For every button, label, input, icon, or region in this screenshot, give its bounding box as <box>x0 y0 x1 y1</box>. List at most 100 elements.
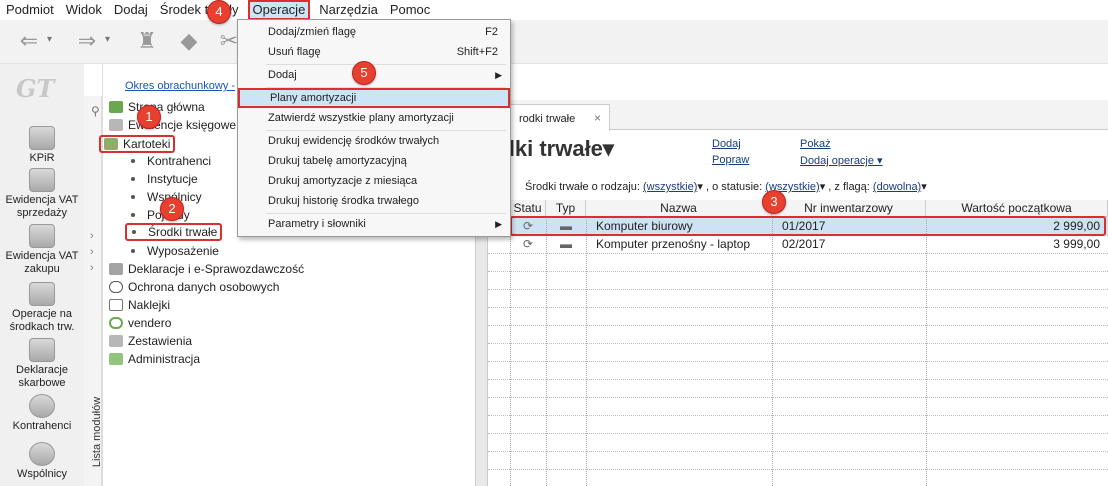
menu-label: Zatwierdź wszystkie plany amortyzacji <box>268 112 454 124</box>
submenu-arrow-icon: ▶ <box>495 219 502 229</box>
tree-label: vendero <box>128 316 172 330</box>
col-status[interactable]: Statu <box>510 200 546 217</box>
callout-badge-4: 4 <box>207 0 231 24</box>
menu-item-usun-flage[interactable]: Usuń flagę Shift+F2 <box>238 42 510 62</box>
tree-item-srodki-trwale[interactable]: Środki trwałe <box>125 223 223 241</box>
grid-line <box>488 361 1108 362</box>
menu-label: Dodaj/zmień flagę <box>268 26 357 38</box>
menu-widok[interactable]: Widok <box>60 0 108 20</box>
shortcut: Shift+F2 <box>456 46 498 58</box>
close-icon[interactable]: × <box>594 111 601 125</box>
grid-line <box>586 217 587 486</box>
module-operacje-srodki[interactable]: Operacje na środkach trw. <box>0 282 84 334</box>
bullet <box>131 195 135 199</box>
grid-line <box>488 325 1108 326</box>
module-label: Ewidencja VAT sprzedaży <box>5 194 79 219</box>
filter-flag[interactable]: (dowolna) <box>873 181 921 193</box>
filter-rodzaj[interactable]: (wszystkie) <box>643 181 697 193</box>
menu-item-drukuj-ewidencje[interactable]: Drukuj ewidencję środków trwałych <box>238 131 510 151</box>
back-icon[interactable]: ⇐ <box>14 26 44 56</box>
tab-srodki-trwale[interactable]: rodki trwałe × <box>498 104 610 131</box>
callout-badge-2: 2 <box>160 197 184 221</box>
menu-item-plany-amortyzacji[interactable]: Plany amortyzacji <box>238 88 510 108</box>
grid-line <box>488 289 1108 290</box>
col-nr-inwentarzowy[interactable]: Nr inwentarzowy <box>772 200 926 217</box>
tree-item-ochrona-danych[interactable]: Ochrona danych osobowych <box>109 280 279 294</box>
module-label: Deklaracje skarbowe <box>16 364 68 389</box>
dodaj-link[interactable]: Dodaj <box>712 138 741 150</box>
tree-item-instytucje[interactable]: Instytucje <box>129 172 198 186</box>
tree-item-naklejki[interactable]: Naklejki <box>109 298 170 312</box>
forward-icon[interactable]: ⇒ <box>72 26 102 56</box>
gt-logo: GT <box>16 74 55 103</box>
tree-item-wyposazenie[interactable]: Wyposażenie <box>129 244 219 258</box>
cell-wartosc[interactable]: 3 999,00 <box>926 235 1104 253</box>
report-icon <box>109 335 123 347</box>
module-wspolnicy[interactable]: Wspólnicy <box>0 442 84 481</box>
tree-item-administracja[interactable]: Administracja <box>109 352 200 366</box>
module-kontrahenci[interactable]: Kontrahenci <box>0 394 84 433</box>
dodaj-operacje-link[interactable]: Dodaj operacje ▾ <box>800 154 883 167</box>
menu-item-parametry[interactable]: Parametry i słowniki ▶ <box>238 214 510 234</box>
chevron-right-icon[interactable]: › <box>90 230 94 242</box>
forward-dropdown-icon[interactable]: ▾ <box>105 34 110 45</box>
tree-label: Kontrahenci <box>147 154 212 168</box>
bullet <box>132 230 136 234</box>
menu-label: Drukuj ewidencję środków trwałych <box>268 135 440 147</box>
module-vat-zakupu[interactable]: Ewidencja VAT zakupu <box>0 224 84 276</box>
module-vat-sprzedazy[interactable]: Ewidencja VAT sprzedaży <box>0 168 84 220</box>
menu-dodaj[interactable]: Dodaj <box>108 0 154 20</box>
tree-item-vendero[interactable]: vendero <box>109 316 171 330</box>
declaration-icon <box>109 263 123 275</box>
menu-pomoc[interactable]: Pomoc <box>384 0 436 20</box>
col-wartosc[interactable]: Wartość początkowa <box>926 200 1108 217</box>
bullet <box>131 249 135 253</box>
menu-item-dodaj-flage[interactable]: Dodaj/zmień flagę F2 <box>238 22 510 42</box>
tree-item-deklaracje[interactable]: Deklaracje i e-Sprawozdawczość <box>109 262 304 276</box>
module-list-strip[interactable]: › › › Lista modułów <box>84 96 103 486</box>
module-deklaracje[interactable]: Deklaracje skarbowe <box>0 338 84 390</box>
tree-item-zestawienia[interactable]: Zestawienia <box>109 334 192 348</box>
menu-item-drukuj-amortyzacje[interactable]: Drukuj amortyzacje z miesiąca <box>238 171 510 191</box>
module-kpir[interactable]: KPiR <box>0 126 84 165</box>
col-typ[interactable]: Typ <box>546 200 586 217</box>
pin-icon[interactable]: ⚲ <box>91 104 100 118</box>
menu-item-drukuj-tabele[interactable]: Drukuj tabelę amortyzacyjną <box>238 151 510 171</box>
cell-nazwa[interactable]: Komputer przenośny - laptop <box>592 235 772 253</box>
assets-grid: Statu Typ Nazwa Nr inwentarzowy Wartość … <box>488 200 1108 486</box>
menu-narzedzia[interactable]: Narzędzia <box>313 0 384 20</box>
cell-nr[interactable]: 02/2017 <box>778 235 926 253</box>
eraser-icon[interactable]: ◆ <box>174 26 204 56</box>
bullet <box>131 177 135 181</box>
chevron-right-icon[interactable]: › <box>90 262 94 274</box>
row-highlight-frame <box>510 216 1106 236</box>
menu-item-drukuj-historie[interactable]: Drukuj historię środka trwałego <box>238 191 510 211</box>
tree-item-ewidencje[interactable]: Ewidencje księgowe <box>109 118 236 132</box>
col-nazwa[interactable]: Nazwa <box>586 200 772 217</box>
tab-label: rodki trwałe <box>519 113 576 125</box>
people-icon <box>29 442 55 466</box>
menu-label: Drukuj tabelę amortyzacyjną <box>268 155 407 167</box>
menu-label: Drukuj historię środka trwałego <box>268 195 420 207</box>
toolbar: ⇐ ▾ ⇒ ▾ ♜ ◆ ✂ <box>0 20 1108 64</box>
vat-sales-icon <box>29 168 55 192</box>
back-dropdown-icon[interactable]: ▾ <box>47 34 52 45</box>
menu-label: Usuń flagę <box>268 46 321 58</box>
tree-label: Zestawienia <box>128 334 193 348</box>
filter-label: Środki trwałe o rodzaju: <box>525 181 643 193</box>
pokaz-link[interactable]: Pokaż <box>800 138 831 150</box>
tree-label: Naklejki <box>128 298 171 312</box>
tree-item-kartoteki[interactable]: Kartoteki <box>99 135 176 153</box>
chevron-right-icon[interactable]: › <box>90 246 94 258</box>
popraw-link[interactable]: Popraw <box>712 154 749 166</box>
menu-item-zatwierdz-plany[interactable]: Zatwierdź wszystkie plany amortyzacji <box>238 108 510 128</box>
chevron-down-icon[interactable]: ▾ <box>921 181 927 193</box>
stamp-icon[interactable]: ♜ <box>132 26 162 56</box>
shield-icon <box>109 281 123 293</box>
module-bar: GT KPiR Ewidencja VAT sprzedaży Ewidencj… <box>0 64 84 486</box>
menu-podmiot[interactable]: Podmiot <box>0 0 60 20</box>
tree-item-kontrahenci[interactable]: Kontrahenci <box>129 154 211 168</box>
period-link[interactable]: Okres obrachunkowy - <box>125 80 235 92</box>
menu-operacje[interactable]: Operacje <box>247 0 311 20</box>
status-icon[interactable]: ⟳ <box>510 235 546 253</box>
